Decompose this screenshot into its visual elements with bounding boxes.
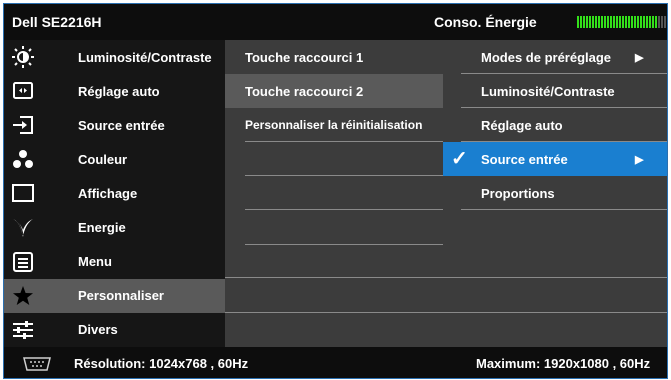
- main-menu: Luminosité/Contraste Réglage auto Source…: [4, 40, 225, 347]
- energy-meter-segment: [598, 16, 600, 28]
- menu-item-label: Energie: [78, 220, 126, 236]
- menu-item-label: Couleur: [78, 151, 128, 167]
- menu-item-label: Réglage auto: [78, 83, 160, 99]
- submenu-empty-row: [225, 142, 443, 177]
- personalize-submenu: Touche raccourci 1 Touche raccourci 2 Pe…: [225, 40, 443, 347]
- energy-meter-segment: [586, 16, 588, 28]
- checkmark-icon: ✓: [451, 148, 468, 171]
- energy-meter-segment: [595, 16, 597, 28]
- option-label: Luminosité/Contraste: [481, 83, 615, 99]
- menu-item-input-source[interactable]: Source entrée: [4, 108, 225, 142]
- auto-adjust-icon: [12, 80, 34, 102]
- energy-meter-segment: [583, 16, 585, 28]
- osd-header: Dell SE2216H Conso. Énergie: [4, 4, 667, 40]
- energy-meter-segment: [655, 16, 657, 28]
- shortcut-options-panel: Modes de préréglage ▶ Luminosité/Contras…: [443, 40, 667, 347]
- energy-meter-segment: [601, 16, 603, 28]
- input-source-icon: [12, 114, 34, 136]
- arrow-right-icon: ▶: [635, 51, 644, 64]
- monitor-osd: Dell SE2216H Conso. Énergie Luminosité/C…: [3, 3, 668, 379]
- submenu-empty-row: [225, 210, 443, 245]
- max-resolution-info: Maximum: 1920x1080 , 60Hz: [476, 356, 651, 371]
- arrow-right-icon: ▶: [635, 153, 644, 166]
- energy-meter-segment: [637, 16, 639, 28]
- menu-item-misc[interactable]: Divers: [4, 313, 225, 347]
- divider-line: [225, 277, 667, 278]
- brightness-icon: [12, 46, 34, 69]
- energy-meter-segment: [664, 16, 666, 28]
- menu-item-menu[interactable]: Menu: [4, 245, 225, 279]
- option-label: Source entrée: [481, 151, 568, 167]
- energy-meter-segment: [652, 16, 654, 28]
- menu-item-label: Personnaliser: [78, 288, 164, 304]
- option-label: Proportions: [481, 185, 555, 201]
- energy-meter-segment: [619, 16, 621, 28]
- energy-meter-segment: [643, 16, 645, 28]
- energy-meter-segment: [649, 16, 651, 28]
- energy-meter-segment: [658, 16, 660, 28]
- vga-connector-icon: [22, 357, 52, 374]
- sliders-icon: [12, 319, 34, 341]
- menu-item-energy[interactable]: Energie: [4, 210, 225, 244]
- option-preset-modes[interactable]: Modes de préréglage ▶: [443, 40, 667, 75]
- energy-meter-segment: [580, 16, 582, 28]
- monitor-model: Dell SE2216H: [12, 14, 102, 30]
- submenu-item-label: Personnaliser la réinitialisation: [245, 118, 423, 133]
- option-aspect-ratio[interactable]: Proportions: [443, 176, 667, 211]
- menu-item-label: Luminosité/Contraste: [78, 49, 212, 65]
- menu-item-personalize[interactable]: Personnaliser: [4, 278, 225, 313]
- color-icon: [12, 148, 34, 170]
- menu-item-label: Affichage: [78, 185, 138, 201]
- option-auto-adjust[interactable]: Réglage auto: [443, 108, 667, 143]
- menu-item-brightness-contrast[interactable]: Luminosité/Contraste: [4, 40, 225, 74]
- menu-item-label: Menu: [78, 254, 112, 270]
- energy-meter-segment: [616, 16, 618, 28]
- energy-meter-segment: [592, 16, 594, 28]
- menu-item-color[interactable]: Couleur: [4, 142, 225, 176]
- energy-label: Conso. Énergie: [434, 14, 537, 30]
- divider-line: [225, 312, 667, 313]
- energy-meter-segment: [604, 16, 606, 28]
- submenu-empty-row: [225, 176, 443, 211]
- option-label: Réglage auto: [481, 117, 563, 133]
- energy-meter-segment: [640, 16, 642, 28]
- energy-meter-segment: [607, 16, 609, 28]
- menu-item-label: Divers: [78, 322, 118, 338]
- energy-meter-segment: [613, 16, 615, 28]
- energy-icon: [12, 217, 34, 239]
- option-label: Modes de préréglage: [481, 49, 612, 65]
- resolution-info: Résolution: 1024x768 , 60Hz: [74, 356, 249, 371]
- submenu-shortcut-key-1[interactable]: Touche raccourci 1: [225, 40, 443, 74]
- option-brightness-contrast[interactable]: Luminosité/Contraste: [443, 74, 667, 109]
- osd-footer: Résolution: 1024x768 , 60Hz Maximum: 192…: [4, 347, 667, 378]
- submenu-item-label: Touche raccourci 1: [245, 49, 364, 65]
- energy-meter: [577, 16, 667, 28]
- energy-meter-segment: [628, 16, 630, 28]
- energy-meter-segment: [577, 16, 579, 28]
- menu-icon: [12, 251, 34, 273]
- submenu-personalize-reset[interactable]: Personnaliser la réinitialisation: [225, 108, 443, 143]
- option-input-source[interactable]: ✓ Source entrée ▶: [443, 142, 667, 177]
- star-icon: [12, 285, 34, 307]
- energy-meter-segment: [634, 16, 636, 28]
- energy-meter-segment: [589, 16, 591, 28]
- energy-meter-segment: [625, 16, 627, 28]
- menu-item-auto-adjust[interactable]: Réglage auto: [4, 74, 225, 108]
- submenu-item-label: Touche raccourci 2: [245, 83, 364, 99]
- energy-meter-segment: [646, 16, 648, 28]
- energy-meter-segment: [622, 16, 624, 28]
- energy-meter-segment: [661, 16, 663, 28]
- submenu-shortcut-key-2[interactable]: Touche raccourci 2: [225, 74, 443, 109]
- menu-item-display[interactable]: Affichage: [4, 176, 225, 210]
- energy-meter-segment: [631, 16, 633, 28]
- energy-meter-segment: [610, 16, 612, 28]
- menu-item-label: Source entrée: [78, 117, 165, 133]
- display-icon: [12, 182, 34, 204]
